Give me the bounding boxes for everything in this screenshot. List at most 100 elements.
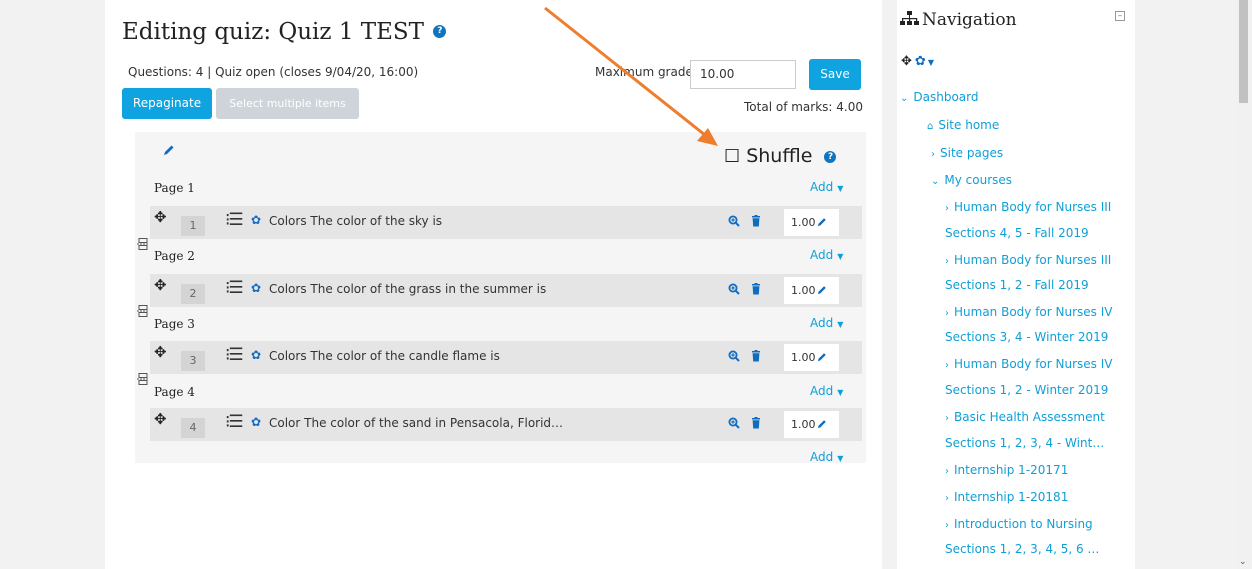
question-text[interactable]: Colors The color of the grass in the sum… [269, 282, 546, 296]
max-mark-field[interactable]: 1.00 [784, 411, 839, 438]
shuffle-label: Shuffle [746, 145, 813, 167]
scroll-down-icon[interactable]: ⌄ [1239, 557, 1247, 567]
add-menu[interactable]: Add ▼ [810, 450, 843, 464]
add-menu[interactable]: Add ▼ [810, 316, 843, 330]
nav-item-label: Human Body for Nurses III [954, 253, 1112, 267]
preview-icon[interactable] [728, 283, 740, 295]
gear-icon[interactable]: ✿ [251, 281, 261, 295]
quiz-status: Questions: 4 | Quiz open (closes 9/04/20… [128, 65, 419, 79]
nav-course-link[interactable]: Sections 4, 5 - Fall 2019 [945, 226, 1089, 240]
help-icon[interactable]: ? [433, 24, 447, 38]
max-mark-field[interactable]: 1.00 [784, 277, 839, 304]
question-row: ✥ 1 ⁝☰ ✿ Colors The color of the sky is … [150, 206, 862, 239]
repaginate-button[interactable]: Repaginate [122, 88, 212, 119]
nav-course-link[interactable]: › Human Body for Nurses III [945, 253, 1111, 267]
select-multiple-items-button[interactable]: Select multiple items [216, 88, 359, 119]
gear-icon[interactable]: ✿ [251, 415, 261, 429]
nav-item-label: Dashboard [913, 90, 979, 104]
nav-course-link[interactable]: Sections 1, 2 - Winter 2019 [945, 383, 1108, 397]
nav-item-dashboard[interactable]: ⌄ Dashboard [900, 90, 979, 104]
trash-icon[interactable] [750, 417, 762, 429]
move-icon[interactable]: ✥ [154, 276, 167, 294]
navigation-block: Navigation – ✥ ✿ ▼ ⌄ Dashboard ⌂ Site home ›… [897, 0, 1135, 569]
pencil-icon[interactable] [817, 352, 827, 362]
add-menu[interactable]: Add ▼ [810, 180, 843, 194]
nav-item-label: Site home [938, 118, 1000, 132]
preview-icon[interactable] [728, 350, 740, 362]
move-icon[interactable]: ✥ [901, 54, 912, 69]
shuffle-control[interactable]: ☐ Shuffle ? [724, 145, 837, 167]
scrollbar-thumb[interactable] [1239, 0, 1248, 103]
page-break-icon[interactable] [137, 373, 149, 385]
help-icon[interactable]: ? [824, 150, 837, 163]
multichoice-icon: ⁝☰ [225, 345, 244, 365]
page-title: Editing quiz: Quiz 1 TEST ? [122, 19, 447, 45]
pencil-icon[interactable] [817, 419, 827, 429]
trash-icon[interactable] [750, 350, 762, 362]
max-grade-label: Maximum grade [595, 65, 693, 79]
nav-item-label: Sections 1, 2, 3, 4, 5, 6 … [945, 542, 1100, 556]
nav-course-link[interactable]: Sections 3, 4 - Winter 2019 [945, 330, 1108, 344]
caret-down-icon: ▼ [837, 388, 844, 397]
max-mark-field[interactable]: 1.00 [784, 344, 839, 371]
nav-course-link[interactable]: › Basic Health Assessment [945, 410, 1105, 424]
move-icon[interactable]: ✥ [154, 208, 167, 226]
trash-icon[interactable] [750, 215, 762, 227]
navigation-title: Navigation [922, 10, 1017, 30]
page-break-icon[interactable] [137, 238, 149, 250]
trash-icon[interactable] [750, 283, 762, 295]
add-menu[interactable]: Add ▼ [810, 384, 843, 398]
nav-course-link[interactable]: Sections 1, 2, 3, 4, 5, 6 … [945, 542, 1099, 556]
pencil-icon[interactable] [817, 217, 827, 227]
max-mark-value: 1.00 [791, 284, 816, 297]
gear-icon[interactable]: ✿ [251, 213, 261, 227]
question-text[interactable]: Colors The color of the candle flame is [269, 349, 500, 363]
nav-item-site-home[interactable]: ⌂ Site home [927, 118, 999, 132]
add-menu[interactable]: Add ▼ [810, 248, 843, 262]
save-button[interactable]: Save [809, 59, 861, 90]
nav-course-link[interactable]: › Internship 1-20171 [945, 463, 1068, 477]
sitemap-icon [900, 11, 919, 25]
shuffle-checkbox[interactable]: ☐ [724, 146, 740, 167]
nav-item-label: My courses [944, 173, 1013, 187]
question-text[interactable]: Color The color of the sand in Pensacola… [269, 416, 563, 430]
move-icon[interactable]: ✥ [154, 343, 167, 361]
nav-course-link[interactable]: › Introduction to Nursing [945, 517, 1093, 531]
add-label: Add [810, 248, 834, 262]
max-grade-input[interactable]: 10.00 [690, 60, 796, 89]
chevron-right-icon: › [945, 413, 949, 424]
chevron-right-icon: › [945, 493, 949, 504]
nav-course-link[interactable]: › Internship 1-20181 [945, 490, 1068, 504]
preview-icon[interactable] [728, 215, 740, 227]
nav-course-link[interactable]: › Human Body for Nurses IV [945, 357, 1112, 371]
pencil-icon[interactable] [817, 285, 827, 295]
nav-item-label: Introduction to Nursing [954, 517, 1093, 531]
max-mark-field[interactable]: 1.00 [784, 209, 839, 236]
gear-icon[interactable]: ✿ [251, 348, 261, 362]
gear-icon[interactable]: ✿ [915, 54, 926, 69]
nav-course-link[interactable]: › Human Body for Nurses III [945, 200, 1111, 214]
max-mark-value: 1.00 [791, 351, 816, 364]
caret-down-icon: ▼ [837, 184, 844, 193]
nav-item-site-pages[interactable]: › Site pages [931, 146, 1003, 160]
nav-course-link[interactable]: › Human Body for Nurses IV [945, 305, 1112, 319]
pencil-icon[interactable] [163, 144, 175, 156]
preview-icon[interactable] [728, 417, 740, 429]
caret-down-icon: ▼ [837, 454, 844, 463]
question-text[interactable]: Colors The color of the sky is [269, 214, 442, 228]
caret-down-icon: ▼ [837, 320, 844, 329]
nav-course-link[interactable]: Sections 1, 2 - Fall 2019 [945, 278, 1089, 292]
nav-item-my-courses[interactable]: ⌄ My courses [931, 173, 1012, 187]
multichoice-icon: ⁝☰ [225, 278, 244, 298]
move-icon[interactable]: ✥ [154, 410, 167, 428]
collapse-icon[interactable]: – [1115, 11, 1125, 21]
nav-item-label: Sections 4, 5 - Fall 2019 [945, 226, 1089, 240]
caret-down-icon[interactable]: ▼ [928, 58, 934, 67]
chevron-down-icon: ⌄ [900, 93, 909, 104]
add-label: Add [810, 384, 834, 398]
block-controls: ✥ ✿ ▼ [901, 54, 934, 69]
page-break-icon[interactable] [137, 305, 149, 317]
chevron-down-icon: ⌄ [931, 176, 940, 187]
nav-course-link[interactable]: Sections 1, 2, 3, 4 - Wint… [945, 436, 1104, 450]
scrollbar[interactable]: ⌄ [1235, 0, 1252, 569]
